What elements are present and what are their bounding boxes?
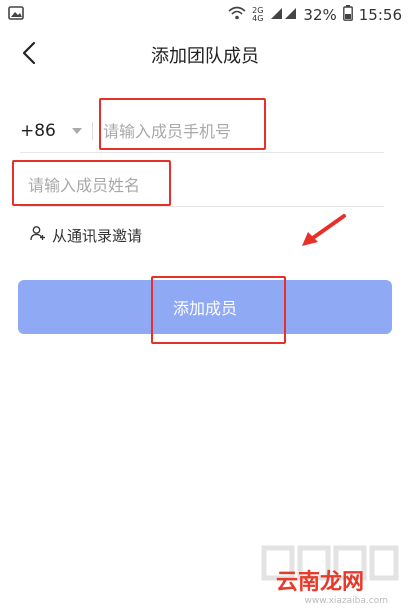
screen: 2G 4G 32% 15:56 添加团队成员 +86 请输入成员手机号 请输入成… — [0, 0, 410, 612]
watermark-url: www.xiazaiba.com — [304, 596, 388, 606]
battery-icon — [342, 5, 353, 25]
watermark-brand: 云南龙网 — [275, 570, 364, 595]
annotation-arrow-icon — [298, 212, 348, 252]
wifi-icon — [228, 6, 246, 24]
status-bar: 2G 4G 32% 15:56 — [0, 0, 410, 30]
caret-down-icon[interactable] — [72, 128, 82, 134]
name-row — [20, 164, 384, 207]
gallery-icon — [8, 6, 24, 24]
watermark: 云南龙网 www.xiazaiba.com — [250, 536, 400, 606]
add-member-button[interactable]: 添加成员 — [18, 280, 392, 334]
network-4g-label: 4G — [252, 14, 264, 23]
watermark-logo-icon — [261, 545, 399, 581]
country-code-selector[interactable]: +86 — [20, 121, 64, 141]
battery-percent: 32% — [303, 6, 337, 24]
invite-from-contacts-link[interactable]: 从通讯录邀请 — [30, 224, 142, 246]
page-title: 添加团队成员 — [151, 46, 259, 67]
network-type-label: 2G 4G — [252, 7, 263, 23]
invite-link-label: 从通讯录邀请 — [52, 226, 143, 245]
field-divider — [92, 122, 93, 140]
name-input[interactable] — [20, 168, 384, 202]
nav-header: 添加团队成员 — [0, 30, 410, 80]
phone-row: +86 — [20, 110, 384, 153]
add-person-icon — [30, 225, 46, 245]
phone-input[interactable] — [103, 114, 384, 148]
signal-icon — [271, 6, 297, 24]
clock: 15:56 — [358, 6, 402, 24]
